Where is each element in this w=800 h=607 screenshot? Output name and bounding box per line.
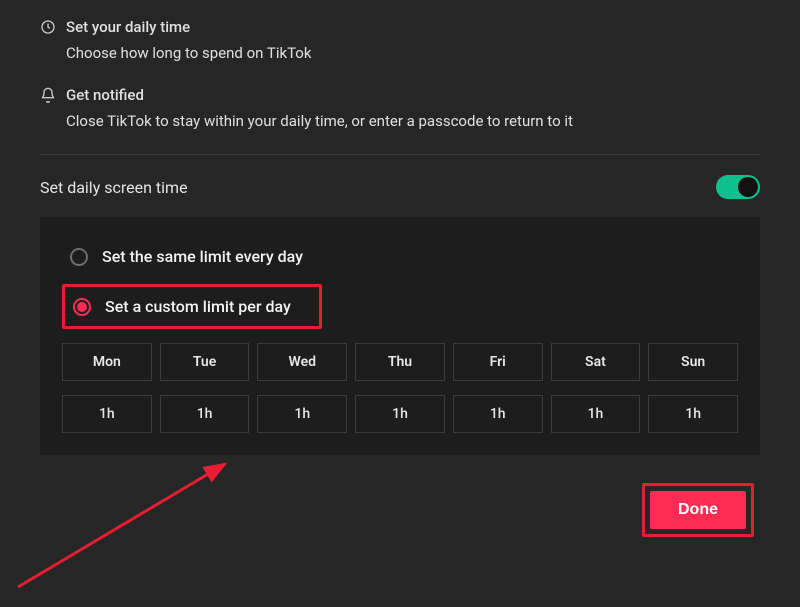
radio-custom-limit[interactable]: Set a custom limit per day	[65, 287, 299, 326]
values-row: 1h 1h 1h 1h 1h 1h 1h	[62, 395, 738, 433]
day-thu[interactable]: Thu	[355, 343, 445, 381]
screen-time-toggle-row: Set daily screen time	[40, 175, 760, 199]
info-notified: Get notified Close TikTok to stay within…	[40, 86, 760, 130]
day-wed[interactable]: Wed	[257, 343, 347, 381]
radio-label: Set the same limit every day	[102, 247, 303, 266]
day-mon[interactable]: Mon	[62, 343, 152, 381]
footer: Done	[40, 455, 760, 537]
info-desc: Choose how long to spend on TikTok	[66, 44, 760, 62]
highlight-done: Done	[642, 483, 754, 537]
info-title: Get notified	[66, 86, 144, 104]
days-row: Mon Tue Wed Thu Fri Sat Sun	[62, 343, 738, 381]
screen-time-toggle[interactable]	[716, 175, 760, 199]
radio-dot-icon	[77, 302, 87, 312]
toggle-knob	[738, 177, 758, 197]
radio-outline-icon	[70, 248, 88, 266]
day-sat[interactable]: Sat	[551, 343, 641, 381]
toggle-label: Set daily screen time	[40, 178, 188, 197]
day-fri[interactable]: Fri	[453, 343, 543, 381]
limit-panel: Set the same limit every day Set a custo…	[40, 217, 760, 455]
day-tue[interactable]: Tue	[160, 343, 250, 381]
info-title: Set your daily time	[66, 18, 190, 36]
clock-icon	[40, 19, 56, 35]
settings-panel: Set your daily time Choose how long to s…	[0, 0, 800, 607]
radio-selected-icon	[73, 298, 91, 316]
info-set-time: Set your daily time Choose how long to s…	[40, 18, 760, 62]
radio-same-limit[interactable]: Set the same limit every day	[62, 237, 738, 276]
value-fri[interactable]: 1h	[453, 395, 543, 433]
highlight-custom-option: Set a custom limit per day	[62, 284, 322, 329]
value-sat[interactable]: 1h	[551, 395, 641, 433]
value-sun[interactable]: 1h	[648, 395, 738, 433]
info-desc: Close TikTok to stay within your daily t…	[66, 112, 760, 130]
radio-label: Set a custom limit per day	[105, 297, 291, 316]
value-wed[interactable]: 1h	[257, 395, 347, 433]
value-thu[interactable]: 1h	[355, 395, 445, 433]
divider	[40, 154, 760, 155]
bell-icon	[40, 87, 56, 103]
day-sun[interactable]: Sun	[648, 343, 738, 381]
value-mon[interactable]: 1h	[62, 395, 152, 433]
done-button[interactable]: Done	[650, 491, 746, 529]
value-tue[interactable]: 1h	[160, 395, 250, 433]
